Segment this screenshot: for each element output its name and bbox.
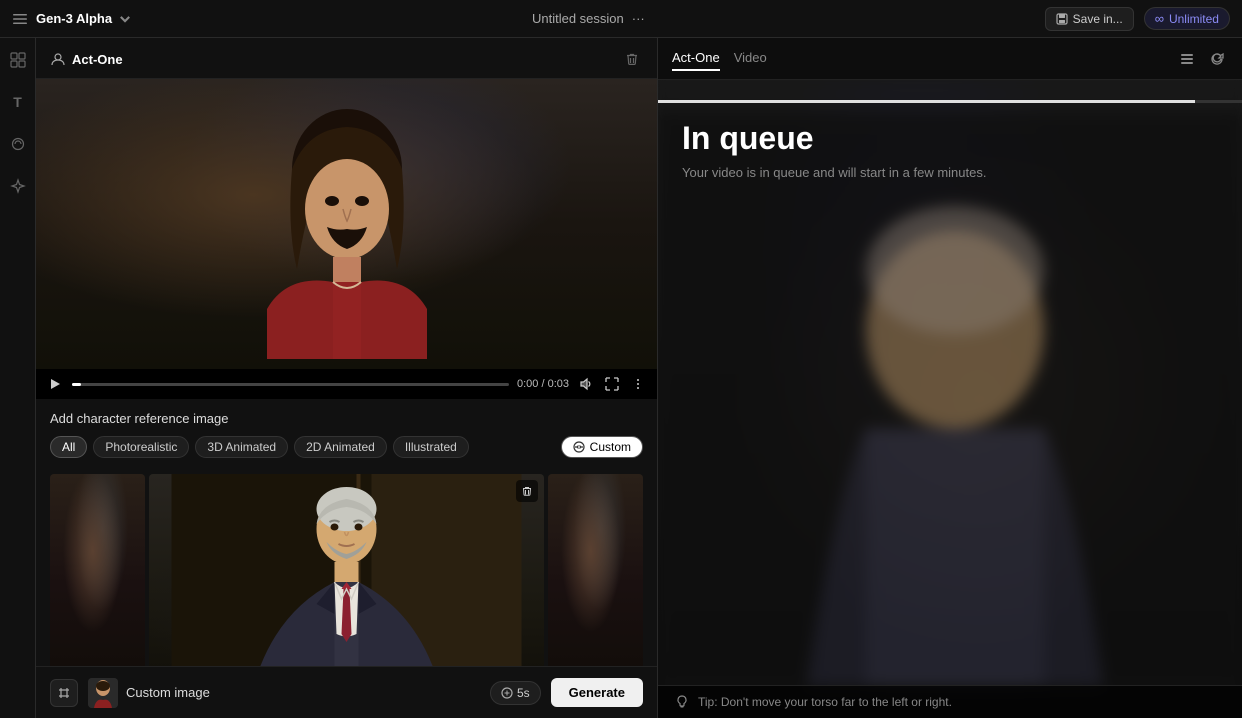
placeholder-right — [548, 474, 643, 666]
queue-subtitle: Your video is in queue and will start in… — [682, 165, 986, 180]
act-one-header: Act-One — [36, 38, 657, 79]
filter-all[interactable]: All — [50, 436, 87, 458]
placeholder-left — [50, 474, 145, 666]
left-panel: Act-One — [36, 38, 658, 718]
time-display: 0:00 / 0:03 — [517, 378, 569, 390]
generate-button[interactable]: Generate — [551, 678, 643, 707]
unlimited-badge: ∞ Unlimited — [1144, 7, 1230, 30]
char-ref-section: Add character reference image All Photor… — [36, 399, 657, 466]
style-filters: All Photorealistic 3D Animated 2D Animat… — [50, 436, 643, 458]
refresh-button[interactable] — [1206, 48, 1228, 70]
sidebar-toggle-btn[interactable] — [12, 11, 28, 27]
char-ref-title: Add character reference image — [50, 411, 643, 426]
filter-2d-animated[interactable]: 2D Animated — [294, 436, 387, 458]
save-button[interactable]: Save in... — [1045, 7, 1134, 31]
custom-image-label: Custom image — [126, 685, 210, 700]
filter-3d-animated[interactable]: 3D Animated — [195, 436, 288, 458]
custom-label: Custom — [590, 440, 631, 454]
grid-icon[interactable] — [6, 48, 30, 72]
session-info: Untitled session ··· — [532, 11, 645, 26]
image-cell-left — [50, 474, 145, 666]
tip-icon — [674, 694, 690, 710]
act-one-label: Act-One — [72, 52, 123, 67]
play-button[interactable] — [46, 375, 64, 393]
filter-photorealistic[interactable]: Photorealistic — [93, 436, 189, 458]
topbar: Gen-3 Alpha Untitled session ··· Save in… — [0, 0, 1242, 38]
bottom-bar: Custom image 5s Generate — [36, 666, 657, 718]
text-icon[interactable]: T — [6, 90, 30, 114]
generate-label: Generate — [569, 685, 625, 700]
queue-area: In queue Your video is in queue and will… — [658, 80, 1242, 718]
save-label: Save in... — [1073, 12, 1123, 26]
brand-label: Gen-3 Alpha — [36, 11, 112, 26]
image-grid-container — [36, 466, 657, 666]
queue-title: In queue — [682, 120, 986, 157]
queue-progress-bar — [658, 100, 1242, 103]
right-panel: Act-One Video — [658, 38, 1242, 718]
shape-icon[interactable] — [6, 132, 30, 156]
adjust-settings-button[interactable] — [50, 679, 78, 707]
main-image — [149, 474, 544, 666]
progress-fill — [72, 383, 81, 386]
tip-bar: Tip: Don't move your torso far to the le… — [658, 685, 1242, 718]
custom-image-thumbnail — [88, 678, 118, 708]
more-options-button[interactable] — [629, 375, 647, 393]
fullscreen-button[interactable] — [603, 375, 621, 393]
tab-act-one[interactable]: Act-One — [672, 46, 720, 71]
video-controls: 0:00 / 0:03 — [36, 369, 657, 399]
unlimited-label: Unlimited — [1169, 12, 1219, 26]
right-tabs: Act-One Video — [672, 46, 767, 71]
infinity-icon: ∞ — [1155, 11, 1164, 26]
session-dots[interactable]: ··· — [632, 11, 645, 26]
session-title: Untitled session — [532, 11, 624, 26]
queue-progress-fill — [658, 100, 1195, 103]
image-cell-main — [149, 474, 544, 666]
credits-badge: 5s — [490, 681, 541, 705]
custom-filter-button[interactable]: Custom — [561, 436, 643, 458]
image-delete-button[interactable] — [516, 480, 538, 502]
volume-button[interactable] — [577, 375, 595, 393]
filter-illustrated[interactable]: Illustrated — [393, 436, 469, 458]
image-cell-right — [548, 474, 643, 666]
act-one-delete-btn[interactable] — [621, 48, 643, 70]
topbar-right: Save in... ∞ Unlimited — [1045, 7, 1230, 31]
image-grid — [50, 474, 643, 666]
magic-icon[interactable] — [6, 174, 30, 198]
person-silhouette — [207, 109, 487, 359]
video-preview — [36, 79, 657, 369]
credits-label: 5s — [517, 686, 530, 700]
list-view-button[interactable] — [1176, 48, 1198, 70]
main-layout: T Act-One — [0, 38, 1242, 718]
custom-image-info: Custom image — [88, 678, 480, 708]
queue-text: In queue Your video is in queue and will… — [682, 120, 986, 180]
video-container: 0:00 / 0:03 — [36, 79, 657, 399]
act-one-title: Act-One — [50, 51, 123, 67]
tab-video[interactable]: Video — [734, 46, 767, 71]
icon-sidebar: T — [0, 38, 36, 718]
progress-bar[interactable] — [72, 383, 509, 386]
topbar-left: Gen-3 Alpha — [12, 11, 132, 27]
tip-text: Tip: Don't move your torso far to the le… — [698, 695, 952, 709]
brand-name[interactable]: Gen-3 Alpha — [36, 11, 132, 26]
right-actions — [1176, 48, 1228, 70]
right-header: Act-One Video — [658, 38, 1242, 80]
